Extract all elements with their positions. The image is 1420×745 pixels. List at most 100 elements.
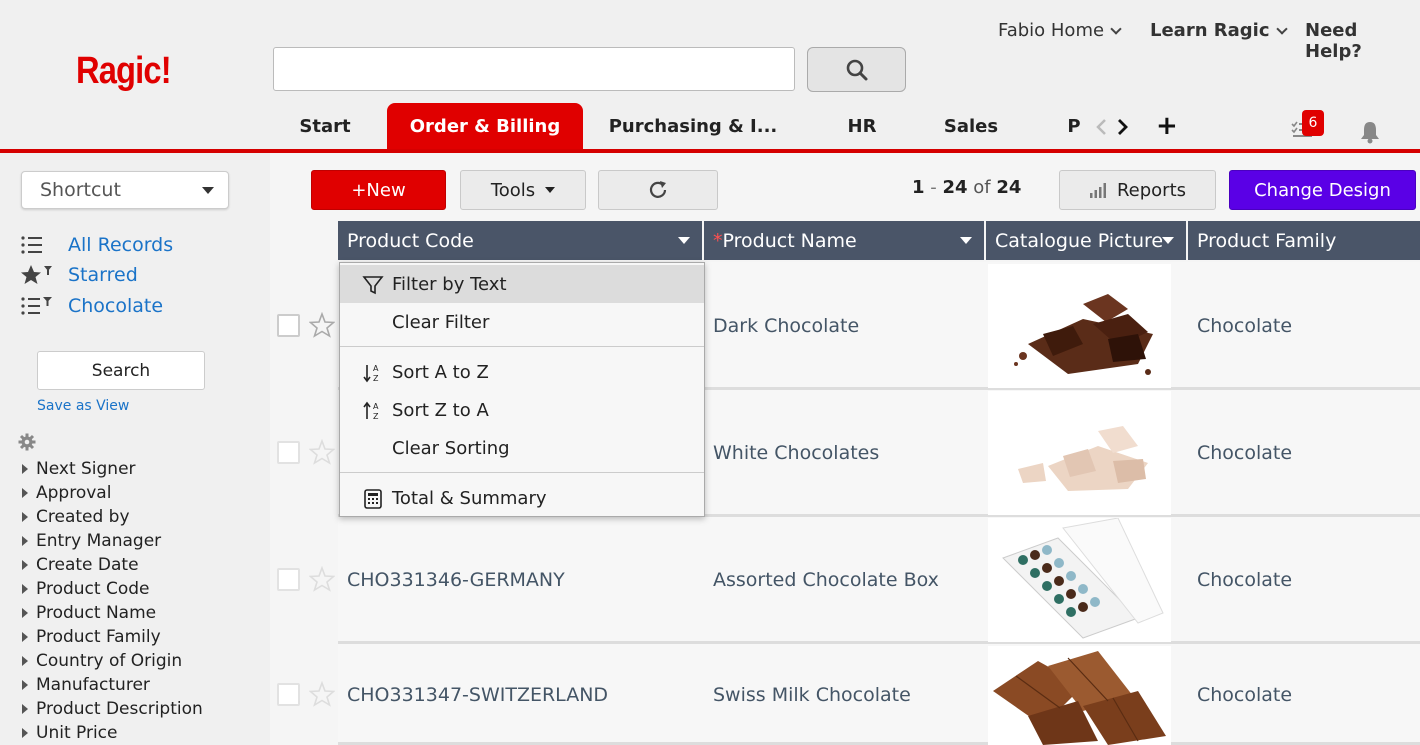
column-menu-caret-icon[interactable] xyxy=(960,237,972,244)
view-starred[interactable]: Starred xyxy=(20,263,138,287)
tab-sales[interactable]: Sales xyxy=(930,103,1012,149)
cell-product-family: Chocolate xyxy=(1197,442,1293,464)
column-header-catalogue-picture[interactable]: Catalogue Picture xyxy=(986,221,1186,260)
view-label: Chocolate xyxy=(68,295,164,317)
tab-purchasing[interactable]: Purchasing & I... xyxy=(603,103,783,149)
menu-clear-filter[interactable]: Clear Filter xyxy=(340,303,704,341)
menu-total-summary[interactable]: Total & Summary xyxy=(340,479,704,517)
view-chocolate[interactable]: Chocolate xyxy=(20,294,163,318)
column-menu: Filter by Text Clear Filter A Z Sort A t… xyxy=(339,262,705,517)
view-all-records[interactable]: All Records xyxy=(20,233,173,257)
tools-button[interactable]: Tools xyxy=(460,170,586,210)
tab-hr[interactable]: HR xyxy=(832,103,892,149)
tab-truncated[interactable]: P xyxy=(1062,103,1086,149)
field-filter-item[interactable]: Product Name xyxy=(22,603,156,623)
svg-text:Z: Z xyxy=(373,374,379,383)
pager-total: 24 xyxy=(996,177,1022,198)
dark-chocolate-image[interactable] xyxy=(988,264,1171,388)
caret-down-icon xyxy=(545,187,556,193)
field-label: Product Code xyxy=(36,579,150,599)
menu-sort-a-z[interactable]: A Z Sort A to Z xyxy=(340,353,704,391)
row-checkbox[interactable] xyxy=(277,314,300,337)
shortcut-label: Shortcut xyxy=(40,179,121,201)
filter-icon xyxy=(362,276,384,295)
row-checkbox[interactable] xyxy=(277,441,300,464)
sort-descending-icon: A Z xyxy=(363,401,379,421)
field-filter-item[interactable]: Product Code xyxy=(22,579,149,599)
change-design-button[interactable]: Change Design xyxy=(1229,170,1416,210)
cell-product-family: Chocolate xyxy=(1197,315,1293,337)
field-label: Approval xyxy=(36,483,112,503)
white-chocolate-image[interactable] xyxy=(988,391,1171,515)
cell-product-name: Swiss Milk Chocolate xyxy=(713,684,911,706)
expand-triangle-icon xyxy=(22,704,28,714)
shortcut-select[interactable]: Shortcut xyxy=(21,171,229,209)
tab-scroll-left-icon[interactable] xyxy=(1094,117,1108,137)
global-search-input[interactable] xyxy=(273,47,795,91)
star-icon[interactable] xyxy=(309,312,335,338)
reports-button[interactable]: Reports xyxy=(1059,170,1216,210)
field-filter-item[interactable]: Manufacturer xyxy=(22,675,150,695)
column-menu-caret-icon[interactable] xyxy=(678,237,690,244)
account-label: Fabio Home xyxy=(998,20,1105,41)
column-header-product-name[interactable]: * Product Name xyxy=(704,221,984,260)
ragic-logo[interactable]: Ragic! xyxy=(76,50,172,93)
save-as-view-link[interactable]: Save as View xyxy=(37,398,129,414)
field-label: Country of Origin xyxy=(36,651,183,671)
field-filter-item[interactable]: Create Date xyxy=(22,555,139,575)
menu-filter-by-text[interactable]: Filter by Text xyxy=(340,265,704,303)
field-label: Unit Price xyxy=(36,723,118,743)
star-icon[interactable] xyxy=(309,566,335,592)
expand-triangle-icon xyxy=(22,464,28,474)
star-icon[interactable] xyxy=(309,681,335,707)
field-filter-item[interactable]: Next Signer xyxy=(22,459,136,479)
menu-label: Sort A to Z xyxy=(392,361,489,383)
expand-triangle-icon xyxy=(22,656,28,666)
new-record-button[interactable]: +New xyxy=(311,170,446,210)
column-menu-caret-icon[interactable] xyxy=(1162,237,1174,244)
refresh-button[interactable] xyxy=(598,170,718,210)
tab-start[interactable]: Start xyxy=(286,103,364,149)
tab-order-billing[interactable]: Order & Billing xyxy=(387,103,583,149)
menu-divider xyxy=(340,472,704,473)
add-tab-button[interactable]: + xyxy=(1156,111,1178,141)
cell-product-code: CHO331347-SWITZERLAND xyxy=(347,684,609,706)
sidebar-search-button[interactable]: Search xyxy=(37,351,205,390)
help-link[interactable]: Need Help? xyxy=(1305,20,1420,62)
cell-product-family: Chocolate xyxy=(1197,569,1293,591)
gear-icon[interactable] xyxy=(18,433,36,451)
chevron-down-icon xyxy=(1110,22,1122,35)
milk-chocolate-image[interactable] xyxy=(988,646,1171,745)
menu-sort-z-a[interactable]: A Z Sort Z to A xyxy=(340,391,704,429)
field-filter-item[interactable]: Product Family xyxy=(22,627,161,647)
bell-icon[interactable] xyxy=(1359,120,1381,144)
field-filter-item[interactable]: Unit Price xyxy=(22,723,117,743)
column-label: Product Name xyxy=(722,229,857,252)
column-header-product-code[interactable]: Product Code xyxy=(338,221,702,260)
chocolate-box-image[interactable] xyxy=(988,518,1171,642)
expand-triangle-icon xyxy=(22,680,28,690)
tools-label: Tools xyxy=(490,179,536,201)
field-label: Entry Manager xyxy=(36,531,162,551)
tab-scroll-right-icon[interactable] xyxy=(1116,117,1130,137)
account-menu[interactable]: Fabio Home xyxy=(998,20,1122,41)
field-filter-item[interactable]: Country of Origin xyxy=(22,651,182,671)
field-label: Created by xyxy=(36,507,130,527)
global-search-button[interactable] xyxy=(807,47,906,92)
star-icon[interactable] xyxy=(309,439,335,465)
row-checkbox[interactable] xyxy=(277,568,300,591)
column-label: Catalogue Picture xyxy=(995,229,1164,252)
column-header-product-family[interactable]: Product Family xyxy=(1188,221,1420,260)
list-icon xyxy=(21,236,42,254)
menu-clear-sorting[interactable]: Clear Sorting xyxy=(340,429,704,467)
svg-text:A: A xyxy=(373,402,379,411)
column-label: Product Code xyxy=(347,229,474,252)
field-filter-item[interactable]: Approval xyxy=(22,483,111,503)
learn-menu[interactable]: Learn Ragic xyxy=(1150,20,1288,41)
field-filter-item[interactable]: Product Description xyxy=(22,699,203,719)
calculator-icon xyxy=(364,489,382,509)
field-filter-item[interactable]: Created by xyxy=(22,507,130,527)
menu-label: Total & Summary xyxy=(392,487,547,509)
row-checkbox[interactable] xyxy=(277,683,300,706)
field-filter-item[interactable]: Entry Manager xyxy=(22,531,161,551)
